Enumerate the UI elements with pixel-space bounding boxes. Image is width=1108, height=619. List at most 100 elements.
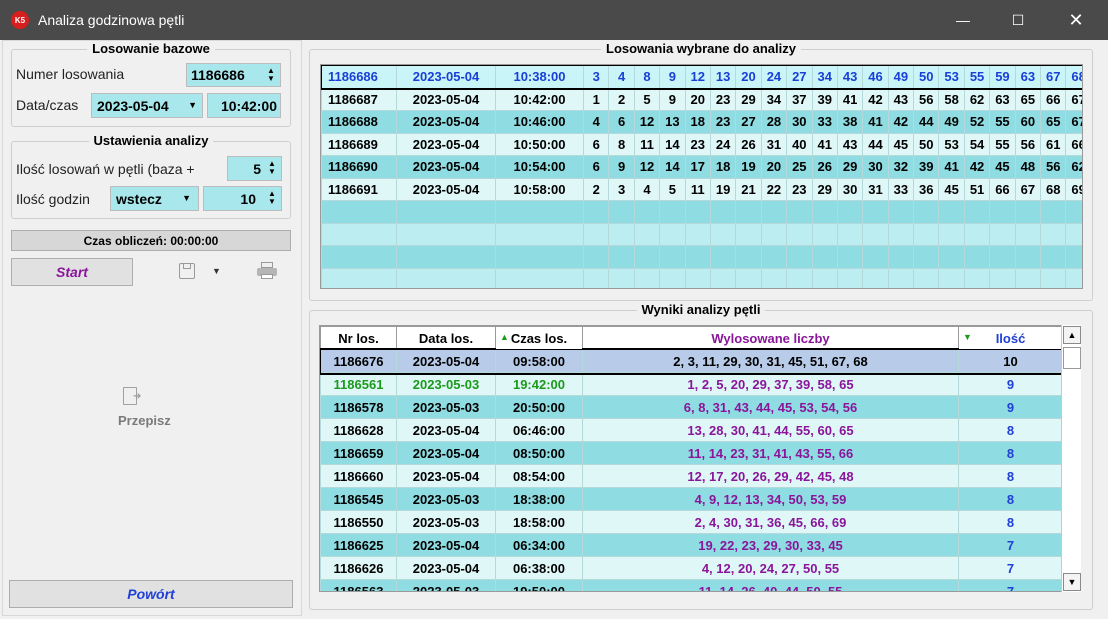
selected-row[interactable]: 1186689 2023-05-04 10:50:00 6 8 11 14 23 24 26 31 4… [321,132,1082,156]
result-row[interactable]: 1186578 2023-05-03 20:50:00 6, 8, 31, 43, 4… [320,395,1061,419]
draw-ball: 55 [989,110,1016,134]
loop-count-label: Ilość losowań w pętli (baza + [16,161,195,177]
result-time: 19:50:00 [495,579,583,591]
result-date: 2023-05-03 [396,579,496,591]
date-dropdown-icon[interactable]: ▼ [188,100,197,110]
result-count: 9 [958,372,1061,396]
result-nr: 1186578 [320,395,397,419]
draw-ball: 32 [887,155,915,179]
col-header-time[interactable]: ▲ Czas los. [495,326,583,350]
draw-ball: 22 [760,177,788,201]
result-numbers: 11, 14, 23, 31, 41, 43, 55, 66 [582,441,959,465]
draw-time: 10:50:00 [495,132,584,156]
scroll-thumb[interactable] [1063,347,1081,369]
result-row[interactable]: 1186676 2023-05-04 09:58:00 2, 3, 11, 29, 3… [320,347,1061,375]
draw-ball: 11 [633,132,661,156]
result-row[interactable]: 1186561 2023-05-03 19:42:00 1, 2, 5, 20, 29… [320,372,1061,396]
col-header-count[interactable]: ▼ Ilość [958,326,1061,350]
draw-ball: 39 [913,155,940,179]
numer-input[interactable]: 1186686 ▲ ▼ [186,63,281,87]
result-row[interactable]: 1186659 2023-05-04 08:50:00 11, 14, 23, 31,… [320,441,1061,465]
hours-input[interactable]: 10 ▲ ▼ [203,186,282,211]
scroll-up-icon[interactable]: ▲ [1063,326,1081,344]
copy-arrow-icon: ➔ [133,391,142,402]
window-title: Analiza godzinowa pętli [38,12,185,28]
result-row[interactable]: 1186626 2023-05-04 06:38:00 4, 12, 20, 24, … [320,556,1061,580]
selected-row[interactable]: 1186691 2023-05-04 10:58:00 2 3 4 5 11 19 21 22 23 2… [321,177,1082,201]
col-header-nr[interactable]: Nr los. [320,326,397,350]
print-icon[interactable] [257,262,277,280]
loop-count-input[interactable]: 5 ▲ ▼ [227,156,282,181]
draw-time: 10:58:00 [495,177,584,201]
draw-ball: 66 [1065,132,1082,156]
copy-button[interactable]: Przepisz [118,413,171,428]
draw-ball: 13 [659,110,686,134]
direction-dropdown-icon[interactable]: ▼ [182,193,191,203]
date-value: 2023-05-04 [97,97,169,114]
draw-time: 10:54:00 [495,155,584,179]
loop-spinner-icon[interactable]: ▲ ▼ [267,160,277,176]
draw-ball: 66 [989,177,1016,201]
date-picker[interactable]: 2023-05-04 ▼ [91,93,203,118]
save-dropdown-icon[interactable]: ▼ [212,266,221,276]
draw-ball: 61 [1040,132,1067,156]
save-icon[interactable] [179,263,195,279]
result-numbers: 4, 12, 20, 24, 27, 50, 55 [582,556,959,580]
selected-row[interactable]: 1186686 2023-05-04 10:38:00 3 4 8 9 12 13 20 24 27 3… [321,65,1082,90]
close-button[interactable]: ✕ [1053,0,1099,40]
copy-label: Przepisz [118,413,171,428]
start-button[interactable]: Start [11,258,133,286]
draw-ball: 34 [811,65,838,89]
result-nr: 1186563 [320,579,397,591]
hours-spinner-icon[interactable]: ▲ ▼ [267,190,277,206]
draw-ball: 41 [811,132,838,156]
result-row[interactable]: 1186550 2023-05-03 18:58:00 2, 4, 30, 31, 3… [320,510,1061,534]
numer-spinner-icon[interactable]: ▲ ▼ [266,67,276,83]
draw-ball: 3 [608,177,635,201]
draw-ball: 60 [1014,110,1042,134]
minimize-button[interactable]: — [940,0,986,40]
result-nr: 1186625 [320,533,397,557]
draw-date: 2023-05-04 [396,110,496,134]
col-header-date[interactable]: Data los. [396,326,496,350]
draw-ball: 4 [582,110,610,134]
draw-ball: 25 [786,155,813,179]
draw-ball: 14 [659,132,686,156]
sort-desc-icon: ▼ [963,332,972,342]
settings-group-title: Ustawienia analizy [88,133,214,148]
result-row[interactable]: 1186625 2023-05-04 06:34:00 19, 22, 23, 29,… [320,533,1061,557]
draw-number: 1186686 [321,65,397,89]
draw-ball: 8 [633,65,661,89]
result-row[interactable]: 1186660 2023-05-04 08:54:00 12, 17, 20, 26,… [320,464,1061,488]
selected-row[interactable]: 1186690 2023-05-04 10:54:00 6 9 12 14 17 18 19 20 2… [321,155,1082,179]
result-date: 2023-05-04 [396,349,496,373]
draw-ball: 3 [582,65,610,89]
result-row[interactable]: 1186545 2023-05-03 18:38:00 4, 9, 12, 13, 3… [320,487,1061,511]
draw-ball: 40 [786,132,813,156]
scroll-down-icon[interactable]: ▼ [1063,573,1081,591]
selected-row[interactable]: 1186688 2023-05-04 10:46:00 4 6 12 13 18 23 27 28 3… [321,110,1082,134]
maximize-button[interactable]: ☐ [995,0,1041,40]
result-date: 2023-05-03 [396,487,496,511]
result-row[interactable]: 1186628 2023-05-04 06:46:00 13, 28, 30, 41,… [320,418,1061,442]
result-time: 08:54:00 [495,464,583,488]
draw-ball: 41 [862,110,889,134]
draw-ball: 30 [862,155,889,179]
result-nr: 1186660 [320,464,397,488]
selected-row[interactable]: 1186687 2023-05-04 10:42:00 1 2 5 9 20 23 29 34 37 3… [321,87,1082,111]
draw-ball: 5 [659,177,686,201]
draw-ball: 44 [862,132,889,156]
result-count: 7 [958,556,1061,580]
draw-ball: 33 [811,110,838,134]
result-row[interactable]: 1186563 2023-05-03 19:50:00 11, 14, 26, 40,… [320,579,1061,591]
back-button[interactable]: Powórt [9,580,293,608]
col-header-nums[interactable]: Wylosowane liczby [582,326,959,350]
time-input[interactable]: 10:42:00 [207,93,281,118]
result-date: 2023-05-03 [396,395,496,419]
draw-ball: 37 [786,87,813,111]
direction-select[interactable]: wstecz ▼ [110,186,199,211]
results-scrollbar[interactable]: ▲ ▼ [1061,325,1081,592]
result-date: 2023-05-03 [396,372,496,396]
draw-ball: 49 [938,110,965,134]
draw-ball: 56 [1014,132,1042,156]
